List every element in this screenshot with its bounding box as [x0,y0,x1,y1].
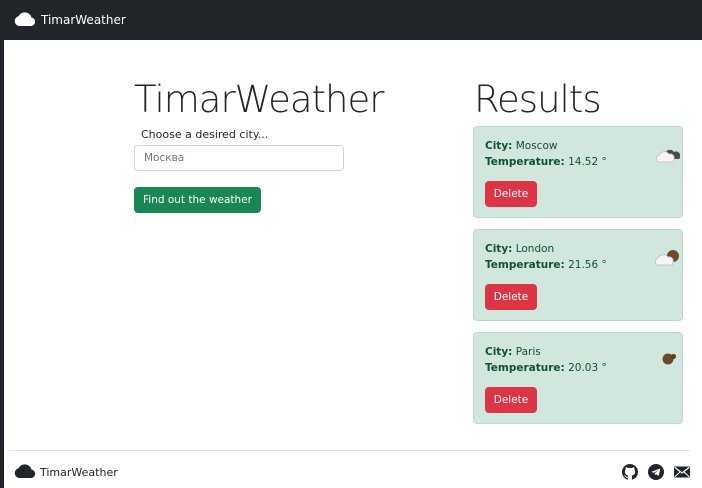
window-edge-left [0,0,4,488]
temperature-value: 20.03 ° [568,362,607,374]
temperature-label: Temperature: [485,156,565,168]
city-line: City: London [485,243,554,255]
temperature-line: Temperature: 21.56 ° [485,259,607,271]
city-line: City: Moscow [485,140,557,152]
navbar: TimarWeather [0,0,698,40]
city-value: Paris [515,346,541,358]
footer-brand-text: TimarWeather [40,466,118,479]
city-label: City: [485,346,513,358]
telegram-icon[interactable] [648,464,664,480]
footer-brand[interactable]: TimarWeather [13,463,118,482]
partly-cloudy-icon [654,248,682,268]
temperature-label: Temperature: [485,259,565,271]
page: TimarWeather TimarWeather Choose a desir… [0,0,702,488]
result-card-paris: City: Paris Temperature: 20.03 ° Delete [473,332,683,424]
city-value: Moscow [515,140,558,152]
temperature-line: Temperature: 20.03 ° [485,362,607,374]
footer-divider [9,450,690,451]
delete-button[interactable]: Delete [485,181,537,207]
city-field-label: Choose a desired city... [141,128,269,141]
page-title: TimarWeather [134,78,384,121]
city-input[interactable] [134,145,344,171]
city-value: London [515,243,555,255]
find-weather-button[interactable]: Find out the weather [134,187,261,213]
city-label: City: [485,243,513,255]
temperature-line: Temperature: 14.52 ° [485,156,607,168]
footer-links [622,464,690,480]
temperature-value: 21.56 ° [568,259,607,271]
window-edge-right [698,0,702,40]
delete-button[interactable]: Delete [485,284,537,310]
delete-button[interactable]: Delete [485,387,537,413]
mail-icon[interactable] [674,464,690,480]
navbar-brand[interactable]: TimarWeather [13,11,126,30]
temperature-value: 14.52 ° [568,156,607,168]
cloudy-icon [654,351,682,371]
github-icon[interactable] [622,464,638,480]
navbar-brand-text: TimarWeather [41,13,126,27]
result-card-moscow: City: Moscow Temperature: 14.52 ° Delete [473,126,683,218]
temperature-label: Temperature: [485,362,565,374]
city-label: City: [485,140,513,152]
result-card-london: City: London Temperature: 21.56 ° Delete [473,229,683,321]
overcast-clouds-icon [654,145,682,165]
cloud-icon [13,11,41,30]
city-line: City: Paris [485,346,541,358]
results-title: Results [474,78,602,121]
cloud-icon [13,463,40,482]
